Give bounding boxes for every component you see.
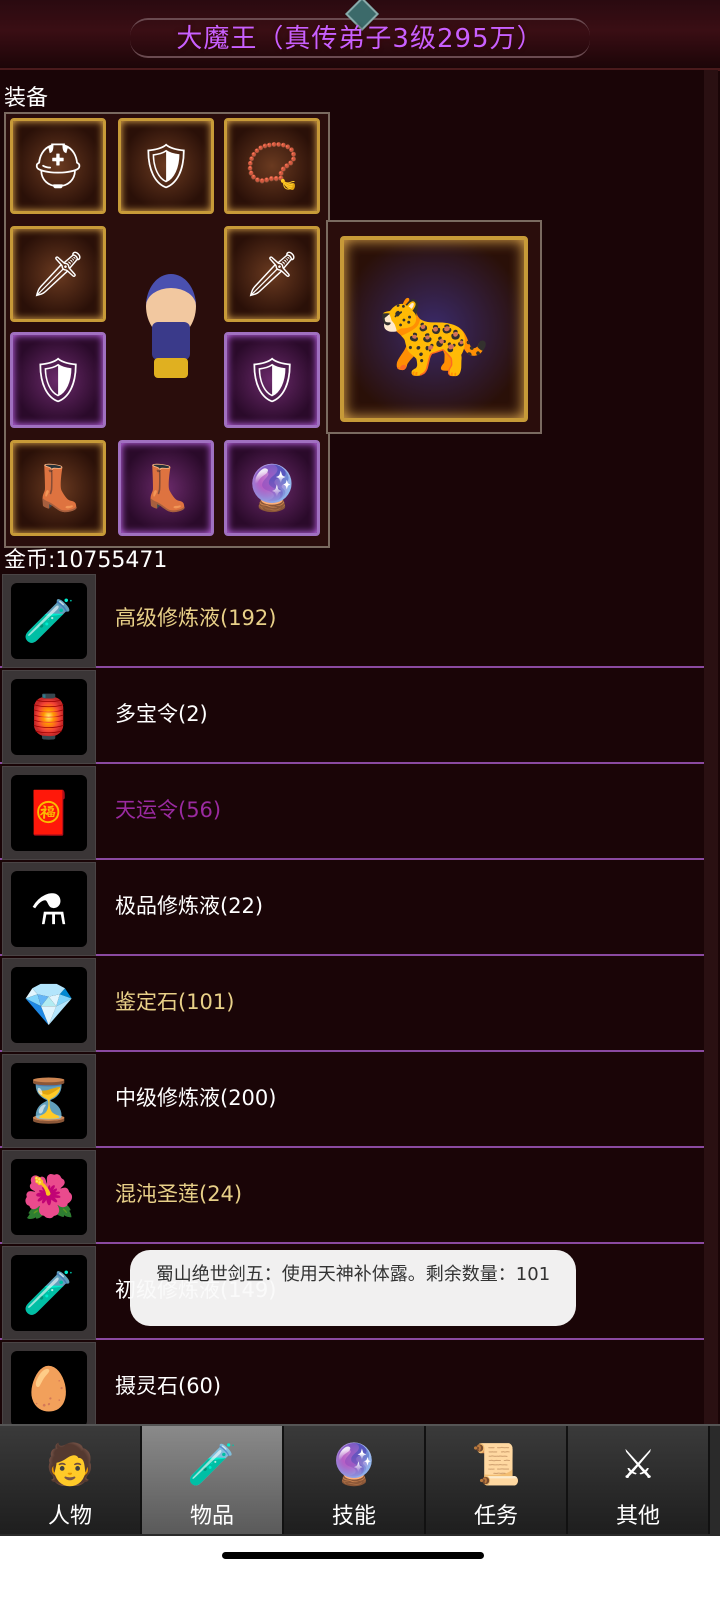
equip-slot-armor[interactable]: 🛡 — [118, 118, 214, 214]
tab-4[interactable]: ⚔ 其他 — [568, 1426, 710, 1534]
item-name: 摄灵石(60) — [115, 1374, 222, 1398]
rainbow-stone-icon: 💎 — [11, 967, 87, 1043]
item-name: 鉴定石(101) — [115, 990, 235, 1014]
bottom-tab-bar: 🧑 人物 🧪 物品 🔮 技能 📜 任务 ⚔ 其他 — [0, 1424, 720, 1538]
toast-message: 蜀山绝世剑五：使用天神补体露。剩余数量：101 — [130, 1250, 576, 1326]
item-icon-frame: 🌺 — [2, 1150, 96, 1244]
item-name: 混沌圣莲(24) — [115, 1182, 243, 1206]
equip-slot-boots[interactable]: 👢 — [10, 440, 106, 536]
other-icon: ⚔ — [620, 1442, 656, 1488]
gold-amount: 金币:10755471 — [4, 548, 168, 573]
item-name: 天运令(56) — [115, 798, 222, 822]
item-name: 极品修炼液(22) — [115, 894, 264, 918]
item-icon-frame: 🧧 — [2, 766, 96, 860]
pet-panel: 🐆 — [326, 220, 542, 434]
tab-label: 物品 — [189, 1504, 234, 1529]
item-name: 高级修炼液(192) — [115, 606, 277, 630]
equip-slot-necklace[interactable]: 📿 — [224, 118, 320, 214]
token-icon: 🏮 — [11, 679, 87, 755]
vial-icon: 🧪 — [11, 1255, 87, 1331]
inventory-item[interactable]: 🥚 摄灵石(60) — [0, 1340, 704, 1436]
title-bar: 大魔王（真传弟子3级295万） — [0, 0, 720, 71]
inventory-item[interactable]: ⚗ 极品修炼液(22) — [0, 860, 704, 956]
equipment-panel: ⛑ 🛡 📿 🗡 🗡 🛡 🛡 👢 👢 🔮 — [4, 112, 330, 548]
inventory-item[interactable]: 💎 鉴定石(101) — [0, 956, 704, 1052]
inventory-item[interactable]: 🧪 高级修炼液(192) — [0, 572, 704, 668]
hourglass-potion-icon: ⏳ — [11, 1063, 87, 1139]
inventory-item[interactable]: 🌺 混沌圣莲(24) — [0, 1148, 704, 1244]
armor-icon: 🛡 — [138, 141, 194, 192]
charm-icon: 🧧 — [11, 775, 87, 851]
tab-2[interactable]: 🔮 技能 — [284, 1426, 426, 1534]
tab-label: 人物 — [47, 1504, 92, 1529]
item-name: 多宝令(2) — [115, 702, 208, 726]
inventory-item[interactable]: 🧧 天运令(56) — [0, 764, 704, 860]
sword-icon: 🗡 — [244, 249, 300, 300]
equipment-label: 装备 — [4, 86, 49, 111]
tab-0[interactable]: 🧑 人物 — [0, 1426, 142, 1534]
boot-icon: 👢 — [138, 463, 194, 514]
equip-slot-legs[interactable]: 👢 — [118, 440, 214, 536]
inventory-item[interactable]: 🏮 多宝令(2) — [0, 668, 704, 764]
player-title: 大魔王（真传弟子3级295万） — [176, 24, 544, 54]
system-nav-strip — [0, 1536, 720, 1600]
item-icon-frame: 🧪 — [2, 574, 96, 668]
equip-slot-gem[interactable]: 🔮 — [224, 440, 320, 536]
shield-icon: 🛡 — [244, 355, 300, 406]
equip-slot-weapon-right[interactable]: 🗡 — [224, 226, 320, 322]
character-icon: 🧑 — [45, 1442, 95, 1488]
equip-slot-shield-left[interactable]: 🛡 — [10, 332, 106, 428]
item-icon-frame: 🏮 — [2, 670, 96, 764]
pet-panther-icon: 🐆 — [377, 276, 491, 382]
spirit-egg-icon: 🥚 — [11, 1351, 87, 1427]
item-icon-frame: 💎 — [2, 958, 96, 1052]
sword-icon: 🗡 — [30, 249, 86, 300]
equip-slot-weapon-left[interactable]: 🗡 — [10, 226, 106, 322]
tab-3[interactable]: 📜 任务 — [426, 1426, 568, 1534]
equip-slot-shield-right[interactable]: 🛡 — [224, 332, 320, 428]
tab-1[interactable]: 🧪 物品 — [142, 1426, 284, 1534]
item-icon-frame: ⚗ — [2, 862, 96, 956]
home-indicator[interactable] — [222, 1552, 484, 1559]
item-icon-frame: 🧪 — [2, 1246, 96, 1340]
inventory-item[interactable]: ⏳ 中级修炼液(200) — [0, 1052, 704, 1148]
quest-icon: 📜 — [471, 1442, 521, 1488]
blue-potion-icon: 🧪 — [11, 583, 87, 659]
item-icon-frame: ⏳ — [2, 1054, 96, 1148]
helmet-icon: ⛑ — [30, 141, 86, 192]
necklace-icon: 📿 — [244, 141, 300, 192]
flask-icon: ⚗ — [11, 871, 87, 947]
shield-icon: 🛡 — [30, 355, 86, 406]
boot-icon: 👢 — [30, 463, 86, 514]
character-avatar — [136, 274, 206, 384]
tab-label: 其他 — [615, 1504, 660, 1529]
tab-label: 技能 — [331, 1504, 376, 1529]
pet-slot[interactable]: 🐆 — [340, 236, 528, 422]
equip-slot-helmet[interactable]: ⛑ — [10, 118, 106, 214]
lotus-icon: 🌺 — [11, 1159, 87, 1235]
item-icon-frame: 🥚 — [2, 1342, 96, 1436]
items-potion-icon: 🧪 — [187, 1442, 237, 1488]
gem-icon: 🔮 — [244, 463, 300, 514]
skill-orb-icon: 🔮 — [329, 1442, 379, 1488]
tab-label: 任务 — [473, 1504, 518, 1529]
item-name: 中级修炼液(200) — [115, 1086, 277, 1110]
